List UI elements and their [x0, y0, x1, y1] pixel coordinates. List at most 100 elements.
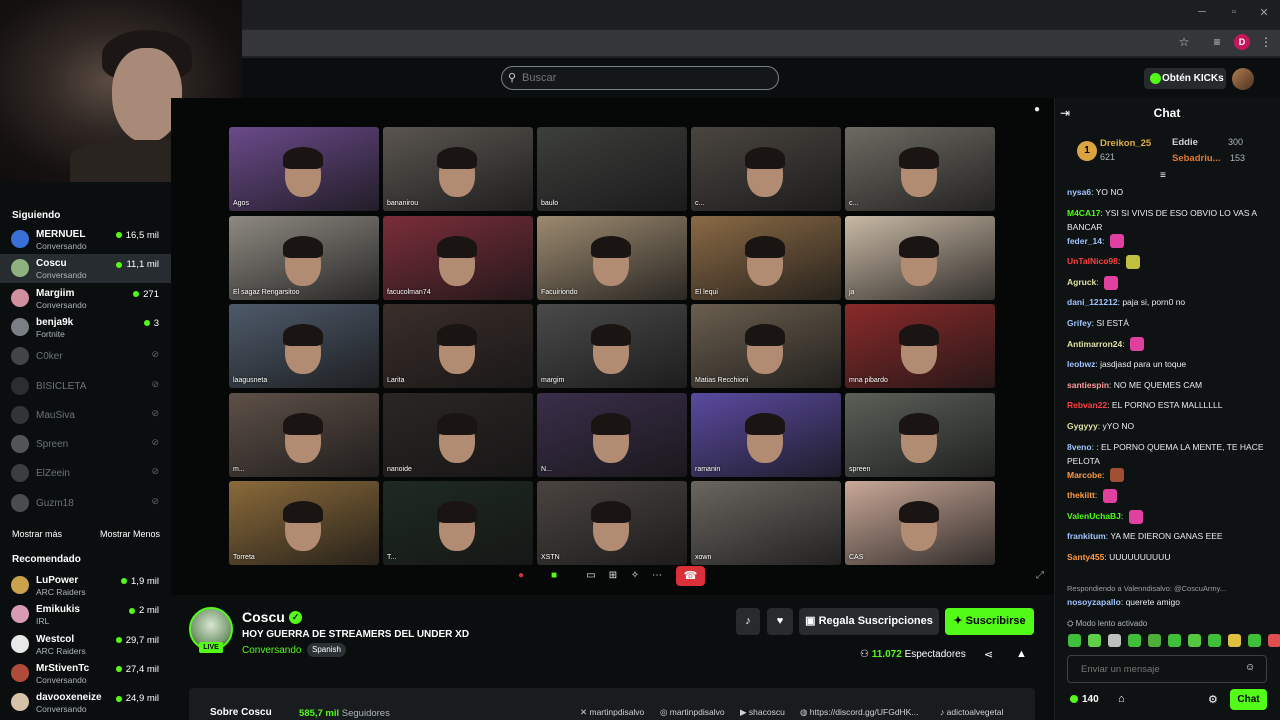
chat-username[interactable]: Marcobe — [1067, 470, 1102, 480]
share-icon[interactable]: ⋖ — [984, 648, 993, 661]
emote-icon[interactable] — [1208, 634, 1221, 647]
fullscreen-icon[interactable]: ⤢ — [1036, 570, 1044, 581]
effects-icon[interactable]: ✧ — [628, 567, 642, 585]
call-participant-tile[interactable]: Matias Recchioni — [691, 304, 841, 388]
video-player[interactable]: Agos bananirou baulo c... c... El sagaz Renga… — [171, 98, 1054, 595]
call-participant-tile[interactable]: Larita — [383, 304, 533, 388]
search-input[interactable] — [522, 72, 762, 84]
chat-username[interactable]: M4CA17 — [1067, 208, 1101, 218]
sidebar-channel[interactable]: MrStivenTc Conversando 27,4 mil — [0, 659, 171, 688]
more-options-icon[interactable]: ⋯ — [650, 567, 664, 585]
sidebar-channel[interactable]: Westcol ARC Raiders 29,7 mil — [0, 630, 171, 659]
minimize-icon[interactable]: ─ — [1194, 6, 1210, 20]
call-participant-tile[interactable]: c... — [845, 127, 995, 211]
chat-username[interactable]: dani_121212 — [1067, 297, 1118, 307]
chat-input[interactable] — [1067, 655, 1267, 683]
emote-icon[interactable] — [1268, 634, 1280, 647]
chat-username[interactable]: nysa6 — [1067, 187, 1091, 197]
call-participant-tile[interactable]: margim — [537, 304, 687, 388]
call-participant-tile[interactable]: ramanin — [691, 392, 841, 477]
user-avatar[interactable] — [1232, 68, 1254, 90]
stream-category[interactable]: Conversando — [242, 645, 301, 656]
chat-username[interactable]: leobwz — [1067, 359, 1095, 369]
youtube-link[interactable]: ▶ shacoscu — [740, 707, 785, 718]
call-participant-tile[interactable]: XSTN — [537, 481, 687, 565]
mic-muted-icon[interactable]: ● — [514, 567, 528, 585]
chat-username[interactable]: frankitum — [1067, 531, 1106, 541]
chat-username[interactable]: UnTalNico98 — [1067, 256, 1118, 266]
call-participant-tile[interactable]: Facuiriondo — [537, 215, 687, 300]
gift-subs-button[interactable]: ▣ Regala Suscripciones — [799, 608, 939, 635]
close-window-icon[interactable]: ✕ — [1256, 6, 1272, 20]
share-screen-icon[interactable]: ▭ — [584, 567, 598, 585]
call-participant-tile[interactable]: El sagaz Rengarsitoo — [229, 215, 379, 300]
call-participant-tile[interactable]: spreen — [845, 392, 995, 477]
chat-settings-icon[interactable]: ⚙ — [1208, 693, 1218, 706]
call-participant-tile[interactable]: CAS — [845, 481, 995, 565]
sidebar-channel[interactable]: Guzm18 ⊘ — [0, 489, 171, 518]
emote-icon[interactable] — [1248, 634, 1261, 647]
emote-icon[interactable] — [1108, 634, 1121, 647]
browser-profile-avatar[interactable]: D — [1234, 34, 1250, 50]
tiktok-link[interactable]: ♪ adictoalvegetal — [940, 707, 1003, 717]
sidebar-channel[interactable]: Margiim Conversando 271 — [0, 284, 171, 313]
chat-username[interactable]: feder_14 — [1067, 236, 1102, 246]
chat-username[interactable]: Grifey — [1067, 318, 1092, 328]
leaderboard-name[interactable]: Sebadriu... — [1172, 153, 1221, 164]
chat-username[interactable]: Santy455 — [1067, 552, 1104, 562]
discord-link[interactable]: ◍ https://discord.gg/UFGdHK... — [800, 707, 918, 718]
call-participant-tile[interactable]: N... — [537, 392, 687, 477]
call-participant-tile[interactable]: bananirou — [383, 127, 533, 211]
chat-username[interactable]: santiespin — [1067, 380, 1109, 390]
call-participant-tile[interactable]: xown — [691, 481, 841, 565]
chat-username[interactable]: ValenUchaBJ — [1067, 511, 1121, 521]
call-participant-tile[interactable]: El lequi — [691, 215, 841, 300]
sidebar-channel[interactable]: MauSiva ⊘ — [0, 401, 171, 430]
leaderboard-name[interactable]: Dreikon_25 — [1100, 138, 1151, 149]
show-less-link[interactable]: Mostrar Menos — [100, 529, 160, 539]
end-call-button[interactable]: ☎ — [676, 566, 705, 586]
emote-icon[interactable] — [1148, 634, 1161, 647]
call-participant-tile[interactable]: m... — [229, 392, 379, 477]
subscribe-button[interactable]: ✦ Suscribirse — [945, 608, 1034, 635]
chat-username[interactable]: Antimarron24 — [1067, 339, 1122, 349]
call-participant-tile[interactable]: mna pibardo — [845, 304, 995, 388]
sidebar-channel[interactable]: ElZeein ⊘ — [0, 459, 171, 488]
grid-view-icon[interactable]: ⊞ — [606, 567, 620, 585]
chat-username[interactable]: Gygyyy — [1067, 421, 1098, 431]
call-participant-tile[interactable]: Torreta — [229, 481, 379, 565]
camera-icon[interactable]: ■ — [546, 567, 562, 585]
maximize-icon[interactable]: ▫ — [1226, 6, 1242, 20]
call-participant-tile[interactable]: ja — [845, 215, 995, 300]
twitter-link[interactable]: ✕ martinpdisalvo — [580, 707, 644, 718]
call-participant-tile[interactable]: baulo — [537, 127, 687, 211]
emoji-icon[interactable]: ☺ — [1245, 662, 1255, 673]
sidebar-channel[interactable]: MERNUEL Conversando 16,5 mil — [0, 225, 171, 254]
browser-menu-icon[interactable]: ⋮ — [1258, 35, 1274, 51]
notification-bell-icon[interactable]: ♪ — [736, 608, 760, 635]
chat-username[interactable]: thekiitt — [1067, 490, 1095, 500]
sidebar-channel[interactable]: Spreen ⊘ — [0, 430, 171, 459]
call-participant-tile[interactable]: Agos — [229, 127, 379, 211]
chat-username[interactable]: nosoyzapallo — [1067, 597, 1121, 607]
report-icon[interactable]: ▲ — [1016, 648, 1027, 660]
call-participant-tile[interactable]: laagusneta — [229, 304, 379, 388]
address-bar[interactable] — [242, 30, 1280, 56]
expand-leaderboard-icon[interactable]: ≡ — [1160, 170, 1166, 181]
bookmark-star-icon[interactable]: ☆ — [1176, 35, 1192, 51]
sidebar-channel[interactable]: BISICLETA ⊘ — [0, 372, 171, 401]
sidebar-channel[interactable]: davooxeneize Conversando 24,9 mil — [0, 688, 171, 717]
emote-icon[interactable] — [1068, 634, 1081, 647]
sidebar-channel[interactable]: C0ker ⊘ — [0, 342, 171, 371]
leaderboard-name[interactable]: Eddie — [1172, 137, 1198, 148]
sidebar-channel[interactable]: Coscu Conversando 11,1 mil — [0, 254, 171, 284]
kick-points[interactable]: 140 — [1070, 694, 1099, 705]
media-queue-icon[interactable]: ≡ — [1209, 35, 1225, 51]
emote-icon[interactable] — [1088, 634, 1101, 647]
call-participant-tile[interactable]: nanoide — [383, 392, 533, 477]
chat-username[interactable]: 8veno — [1067, 442, 1092, 452]
chat-bubble-icon[interactable]: ● — [1034, 104, 1040, 115]
store-icon[interactable]: ⌂ — [1118, 693, 1125, 705]
chat-username[interactable]: Rebvan22 — [1067, 400, 1107, 410]
call-participant-tile[interactable]: c... — [691, 127, 841, 211]
